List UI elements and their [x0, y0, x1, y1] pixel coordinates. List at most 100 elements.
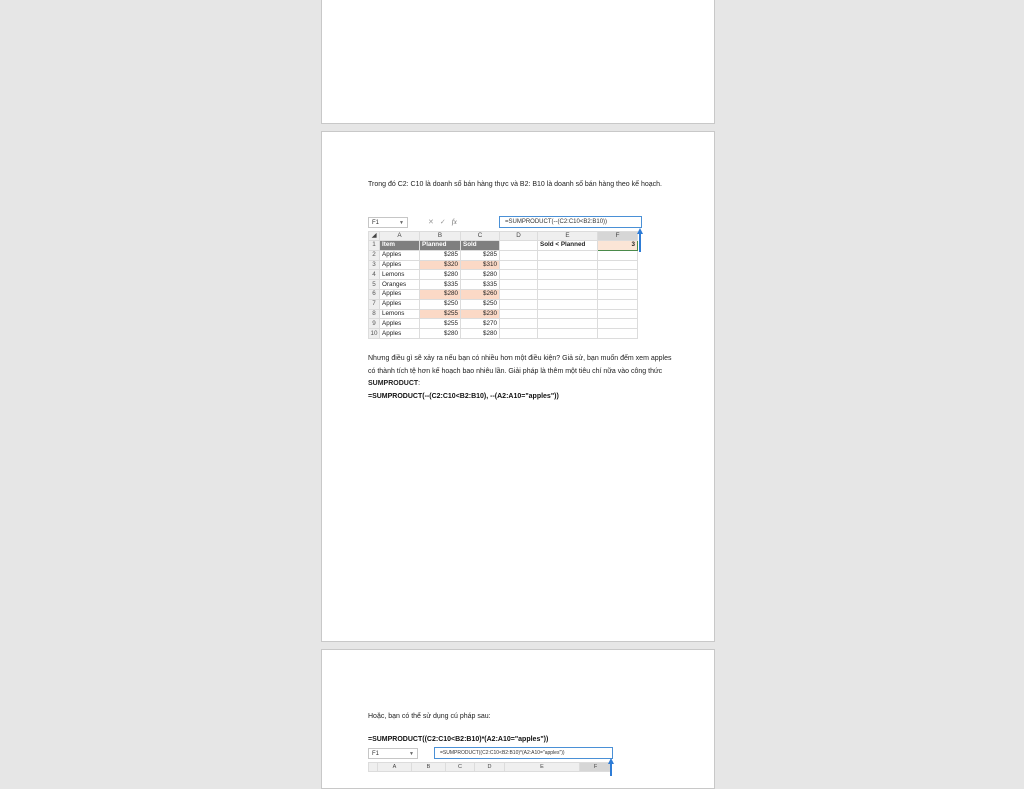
cell-item: Apples	[379, 288, 420, 300]
cell-sold: $270	[460, 318, 500, 330]
table-row: 2 Apples $285 $285	[368, 249, 638, 261]
cell-sold: $280	[460, 328, 500, 339]
row-header: 4	[368, 269, 380, 281]
column-header-d: D	[499, 231, 538, 241]
cell-item: Apples	[379, 318, 420, 330]
cell-empty	[499, 279, 538, 290]
paragraph-multiple-conditions: Nhưng điều gì sẽ xảy ra nếu bạn có nhiều…	[368, 355, 672, 388]
column-header-a: A	[379, 231, 420, 241]
table-row: 1 Item Planned Sold Sold < Planned 3	[368, 240, 638, 251]
spreadsheet-grid: A B C D E F	[368, 762, 612, 772]
cell-empty	[597, 328, 638, 339]
cell-empty	[537, 279, 598, 290]
column-header-b: B	[411, 762, 446, 772]
cell-sold: $335	[460, 279, 500, 290]
column-header-row: ◢ A B C D E F	[368, 231, 638, 241]
column-header-row: A B C D E F	[368, 762, 612, 772]
cell-empty	[537, 328, 598, 339]
table-row: 6 Apples $280 $260	[368, 288, 638, 300]
fx-icon: fx	[451, 218, 457, 226]
cell-empty	[597, 288, 638, 300]
cell-planned: $280	[419, 328, 461, 339]
cell-empty	[499, 249, 538, 261]
header-item: Item	[379, 240, 420, 251]
corner-cell	[368, 762, 378, 772]
formula-box: =SUMPRODUCT(--(C2:C10<B2:B10))	[499, 216, 642, 228]
cell-item: Lemons	[379, 308, 420, 320]
row-header: 2	[368, 249, 380, 261]
cell-empty	[499, 308, 538, 320]
cell-planned: $280	[419, 269, 461, 281]
row-header: 7	[368, 298, 380, 310]
column-header-e: E	[504, 762, 580, 772]
document-page-2: Trong đó C2: C10 là doanh số bán hàng th…	[321, 131, 715, 642]
cell-empty	[499, 298, 538, 310]
cell-empty	[597, 279, 638, 290]
cell-planned: $255	[419, 308, 461, 320]
row-header: 6	[368, 288, 380, 300]
cell-empty	[499, 259, 538, 271]
column-header-e: E	[537, 231, 598, 241]
spreadsheet-grid: ◢ A B C D E F 1 Item Planned Sold Sold <…	[368, 231, 638, 339]
corner-cell: ◢	[368, 231, 380, 241]
row-header: 1	[368, 240, 380, 251]
cell-item: Lemons	[379, 269, 420, 281]
table-row: 10 Apples $280 $280	[368, 328, 638, 339]
arrow-line	[639, 232, 641, 252]
cell-empty	[537, 249, 598, 261]
cell-empty	[537, 298, 598, 310]
cell-empty	[499, 269, 538, 281]
arrow-line	[610, 762, 612, 776]
column-header-f: F	[597, 231, 638, 241]
cell-planned: $285	[419, 249, 461, 261]
column-header-c: C	[460, 231, 500, 241]
cell-planned: $250	[419, 298, 461, 310]
row-header: 9	[368, 318, 380, 330]
cell-empty	[597, 259, 638, 271]
cell-sold: $260	[460, 288, 500, 300]
cell-empty	[537, 269, 598, 281]
row-header: 3	[368, 259, 380, 271]
cell-empty	[499, 328, 538, 339]
cell-empty	[597, 269, 638, 281]
formula-sumproduct-multiply: =SUMPRODUCT((C2:C10<B2:B10)*(A2:A10="app…	[368, 736, 549, 743]
result-cell: 3	[597, 240, 638, 251]
cancel-icon: ✕	[428, 219, 440, 226]
arrow-up-icon	[607, 758, 614, 764]
formula-bar: F1 ▼ ✕✓fx =SUMPRODUCT(--(C2:C10<B2:B10))	[368, 216, 642, 231]
chevron-down-icon: ▼	[399, 220, 404, 226]
header-planned: Planned	[419, 240, 461, 251]
cell-item: Apples	[379, 249, 420, 261]
cell-empty	[537, 288, 598, 300]
arrow-up-icon	[636, 228, 643, 234]
cell-empty	[537, 259, 598, 271]
cell-sold: $280	[460, 269, 500, 281]
cell-empty	[597, 298, 638, 310]
table-row: 9 Apples $255 $270	[368, 318, 638, 330]
formula-bar-icons: ✕✓fx	[428, 217, 457, 228]
document-page-1	[321, 0, 715, 124]
cell-planned: $335	[419, 279, 461, 290]
cell-empty	[537, 318, 598, 330]
cell-planned: $255	[419, 318, 461, 330]
table-row: 5 Oranges $335 $335	[368, 279, 638, 290]
table-row: 4 Lemons $280 $280	[368, 269, 638, 281]
table-row: 7 Apples $250 $250	[368, 298, 638, 310]
column-header-b: B	[419, 231, 461, 241]
row-header: 5	[368, 279, 380, 290]
formula-sumproduct-two-criteria: =SUMPRODUCT(--(C2:C10<B2:B10), --(A2:A10…	[368, 393, 559, 400]
cell-item: Apples	[379, 328, 420, 339]
table-row: 3 Apples $320 $310	[368, 259, 638, 271]
cell-empty	[537, 308, 598, 320]
cell-empty	[597, 249, 638, 261]
cell-empty	[499, 318, 538, 330]
cell-sold: $230	[460, 308, 500, 320]
cell-item: Oranges	[379, 279, 420, 290]
cell-sold: $285	[460, 249, 500, 261]
cell-sold: $250	[460, 298, 500, 310]
header-sold-less-planned: Sold < Planned	[537, 240, 598, 251]
header-sold: Sold	[460, 240, 500, 251]
excel-screenshot-1: F1 ▼ ✕✓fx =SUMPRODUCT(--(C2:C10<B2:B10)) …	[368, 216, 643, 339]
formula-box: =SUMPRODUCT((C2:C10<B2:B10)*(A2:A10="app…	[434, 747, 613, 759]
cell-empty	[597, 318, 638, 330]
